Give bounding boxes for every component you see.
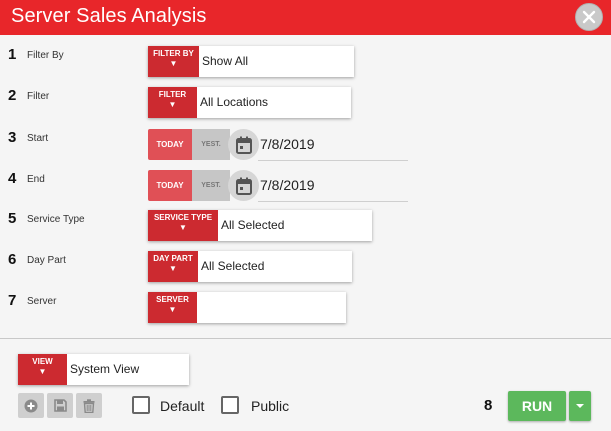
default-checkbox[interactable] [132,396,150,414]
view-tag-label: VIEW [32,357,53,366]
day-part-label: Day Part [27,255,66,266]
chevron-down-icon: ▼ [169,59,178,68]
filter-tag-label: FILTER [158,90,187,99]
step-number: 1 [8,46,17,63]
day-part-value: All Selected [201,259,265,273]
day-part-select[interactable]: DAY PART ▼ All Selected [148,251,352,282]
start-date-underline [258,160,408,161]
caret-down-icon [576,404,584,408]
filter-select[interactable]: FILTER ▼ All Locations [148,87,351,118]
delete-view-button[interactable] [76,393,102,418]
start-label: Start [27,133,49,144]
chevron-down-icon: ▼ [179,223,187,232]
filter-by-tag-label: FILTER BY [153,49,194,58]
view-select[interactable]: VIEW ▼ System View [18,354,189,385]
start-yesterday-button[interactable]: YEST. [192,129,230,160]
step-number: 8 [484,397,493,414]
server-row: 7 Server SERVER ▼ [0,292,611,326]
filter-by-value: Show All [202,54,249,68]
chevron-down-icon: ▼ [168,305,177,314]
title-bar: Server Sales Analysis [0,0,611,35]
step-number: 5 [8,210,17,227]
step-number: 4 [8,170,17,187]
service-type-tag-label: SERVICE TYPE [153,213,213,222]
end-date-picker: TODAY YEST. 7/8/2019 [148,170,408,202]
service-type-dropdown-button[interactable]: SERVICE TYPE ▼ [148,210,218,241]
step-number: 2 [8,87,17,104]
start-today-button[interactable]: TODAY [148,129,192,160]
section-divider [0,338,611,339]
chevron-down-icon: ▼ [168,100,177,109]
filter-by-row: 1 Filter By FILTER BY ▼ Show All [0,46,611,80]
server-label: Server [27,296,57,307]
start-date-value[interactable]: 7/8/2019 [260,136,315,152]
filter-label: Filter [27,91,50,102]
page-title: Server Sales Analysis [11,5,207,27]
filter-row: 2 Filter FILTER ▼ All Locations [0,87,611,121]
calendar-icon[interactable] [228,129,259,160]
filter-by-select[interactable]: FILTER BY ▼ Show All [148,46,354,77]
service-type-value: All Selected [221,218,285,232]
filter-by-dropdown-button[interactable]: FILTER BY ▼ [148,46,199,77]
day-part-tag-label: DAY PART [153,254,193,263]
public-checkbox[interactable] [221,396,239,414]
close-icon [582,10,596,24]
start-date-row: 3 Start TODAY YEST. 7/8/2019 [0,129,611,163]
save-view-button[interactable] [47,393,73,418]
service-type-label: Service Type [27,214,85,225]
end-date-underline [258,201,408,202]
add-icon [24,399,38,412]
server-select[interactable]: SERVER ▼ [148,292,346,323]
end-yesterday-button[interactable]: YEST. [192,170,230,201]
service-type-select[interactable]: SERVICE TYPE ▼ All Selected [148,210,372,241]
trash-icon [83,398,95,413]
save-icon [53,399,67,412]
start-date-picker: TODAY YEST. 7/8/2019 [148,129,408,161]
view-dropdown-button[interactable]: VIEW ▼ [18,354,67,385]
filter-by-label: Filter By [27,50,64,61]
add-view-button[interactable] [18,393,44,418]
run-options-button[interactable] [569,391,591,421]
day-part-row: 6 Day Part DAY PART ▼ All Selected [0,251,611,285]
filter-value: All Locations [200,95,269,109]
chevron-down-icon: ▼ [169,264,177,273]
end-date-value[interactable]: 7/8/2019 [260,177,315,193]
public-label: Public [251,398,290,414]
step-number: 6 [8,251,17,268]
filter-dropdown-button[interactable]: FILTER ▼ [148,87,197,118]
step-number: 3 [8,129,17,146]
step-number: 7 [8,292,17,309]
default-label: Default [160,398,205,414]
end-today-button[interactable]: TODAY [148,170,192,201]
server-value [197,292,200,323]
calendar-icon[interactable] [228,170,259,201]
server-tag-label: SERVER [156,295,189,304]
chevron-down-icon: ▼ [38,367,47,376]
day-part-dropdown-button[interactable]: DAY PART ▼ [148,251,198,282]
view-value: System View [70,362,140,376]
close-button[interactable] [575,3,603,31]
server-dropdown-button[interactable]: SERVER ▼ [148,292,197,323]
end-label: End [27,174,45,185]
service-type-row: 5 Service Type SERVICE TYPE ▼ All Select… [0,210,611,244]
end-date-row: 4 End TODAY YEST. 7/8/2019 [0,170,611,204]
run-button[interactable]: RUN [508,391,566,421]
